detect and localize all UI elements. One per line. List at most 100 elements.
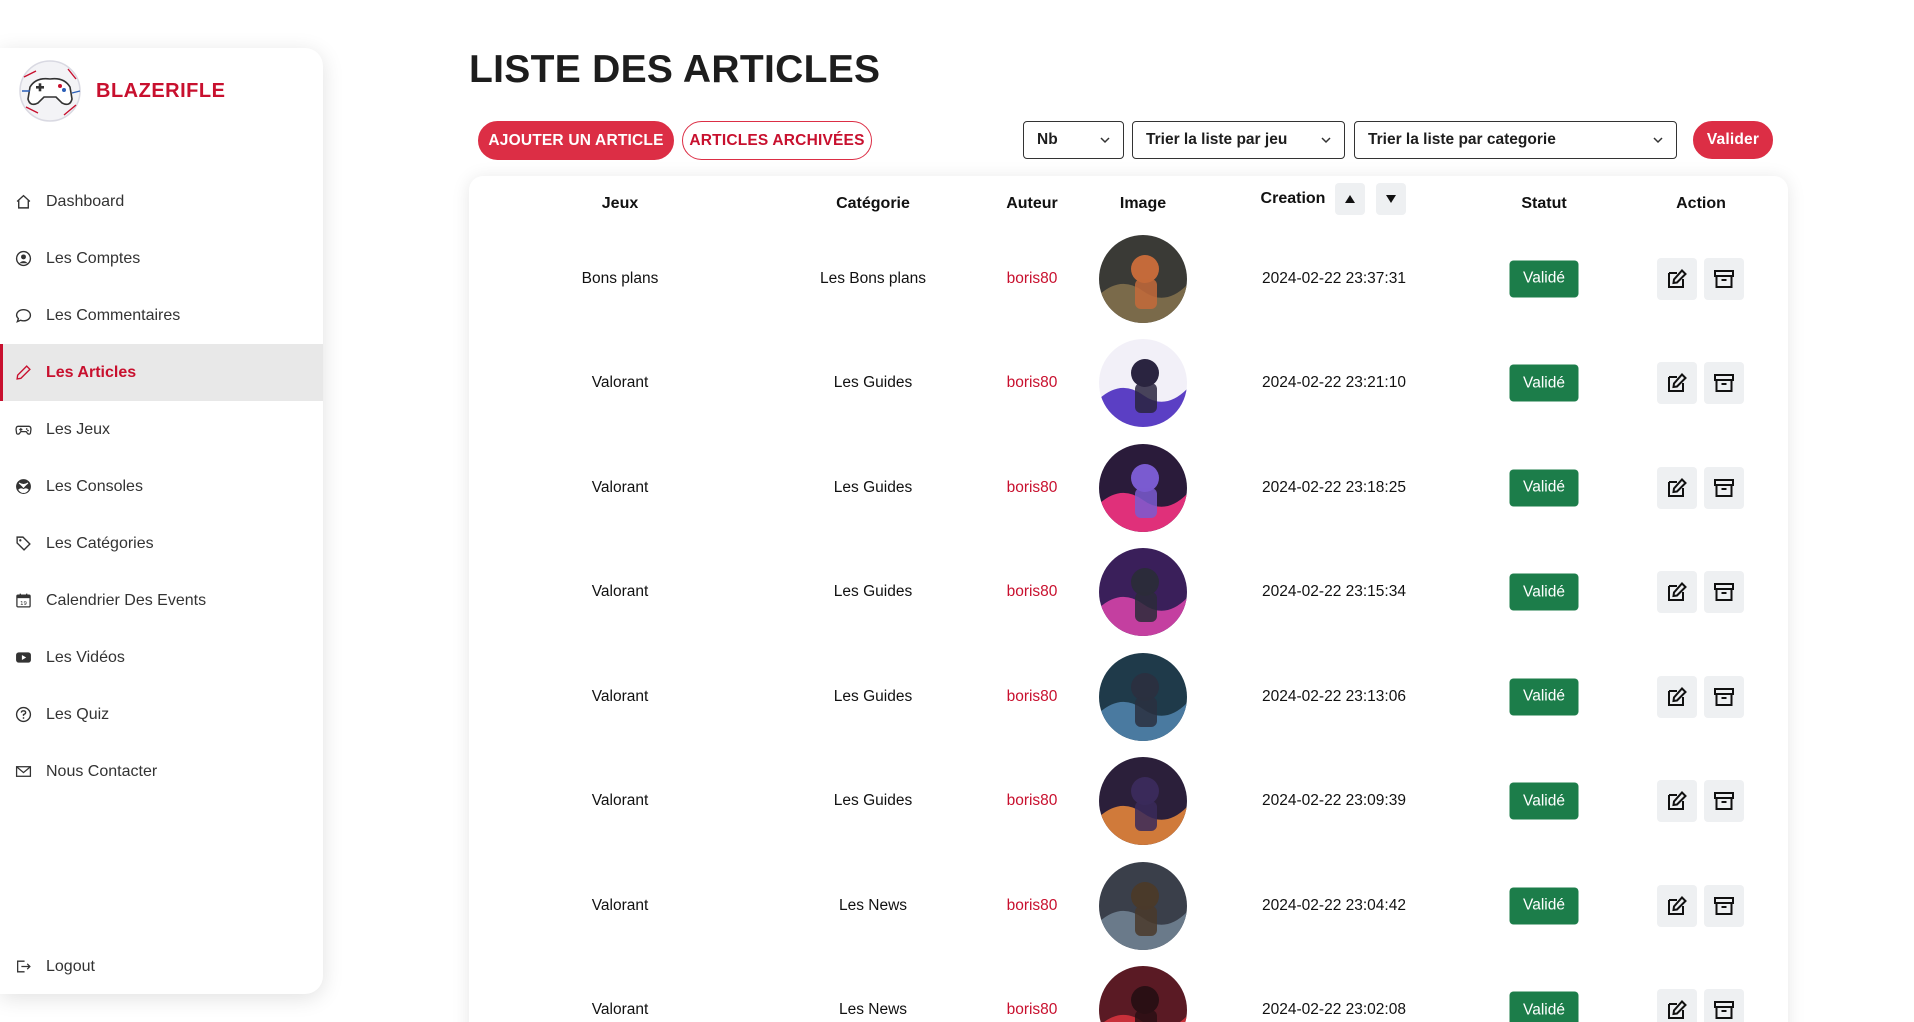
chevron-down-icon — [1100, 137, 1110, 144]
sidebar-item-articles[interactable]: Les Articles — [0, 344, 323, 401]
sidebar-item-contact[interactable]: Nous Contacter — [0, 743, 323, 800]
sidebar: BLAZERIFLE Dashboard Les Comptes Les Com… — [0, 48, 323, 994]
cell-created: 2024-02-22 23:13:06 — [1262, 687, 1406, 705]
sort-desc-button[interactable] — [1376, 183, 1406, 215]
cell-author-link[interactable]: boris80 — [1007, 688, 1058, 706]
envelope-icon — [14, 763, 32, 781]
table-row: Valorant Les Guides boris80 2024-02-22 2… — [469, 540, 1788, 645]
article-thumbnail — [1099, 548, 1187, 636]
article-thumbnail — [1099, 757, 1187, 845]
edit-button[interactable] — [1657, 675, 1697, 718]
category-sort-select[interactable]: Trier la liste par categorie — [1354, 121, 1677, 159]
sidebar-nav: Dashboard Les Comptes Les Commentaires L… — [0, 173, 323, 800]
edit-button[interactable] — [1657, 257, 1697, 300]
cell-category: Les Bons plans — [820, 269, 926, 287]
status-badge: Validé — [1509, 782, 1579, 820]
category-sort-value: Trier la liste par categorie — [1368, 131, 1556, 148]
article-thumbnail — [1099, 234, 1187, 323]
edit-icon — [1668, 895, 1687, 915]
archive-icon — [1714, 1001, 1734, 1019]
add-article-button[interactable]: AJOUTER UN ARTICLE — [478, 121, 674, 160]
archive-icon — [1714, 269, 1734, 288]
cell-author-link[interactable]: boris80 — [1007, 897, 1058, 915]
archive-icon — [1714, 792, 1734, 810]
logout-button[interactable]: Logout — [0, 938, 323, 995]
cell-author-link[interactable]: boris80 — [1007, 583, 1058, 601]
sidebar-item-label: Les Commentaires — [46, 306, 181, 324]
sidebar-item-label: Les Vidéos — [46, 648, 125, 666]
table-row: Valorant Les Guides boris80 2024-02-22 2… — [469, 749, 1788, 854]
nb-select-value: Nb — [1037, 131, 1058, 148]
article-thumbnail — [1099, 861, 1187, 950]
sidebar-item-jeux[interactable]: Les Jeux — [0, 401, 323, 458]
archive-button[interactable] — [1704, 884, 1744, 927]
edit-button[interactable] — [1657, 362, 1697, 404]
archive-button[interactable] — [1704, 780, 1744, 822]
sidebar-item-categories[interactable]: Les Catégories — [0, 515, 323, 572]
nb-select[interactable]: Nb — [1023, 121, 1124, 159]
user-circle-icon — [14, 250, 32, 268]
article-thumbnail — [1099, 443, 1187, 532]
sidebar-item-dashboard[interactable]: Dashboard — [0, 173, 323, 230]
status-badge: Validé — [1509, 469, 1579, 506]
cell-game: Valorant — [591, 478, 649, 496]
cell-category: Les News — [838, 1001, 908, 1018]
sidebar-item-label: Calendrier Des Events — [46, 591, 207, 609]
sort-asc-button[interactable] — [1335, 183, 1365, 215]
archive-icon — [1714, 478, 1734, 497]
sidebar-item-videos[interactable]: Les Vidéos — [0, 629, 323, 686]
cell-category: Les Guides — [833, 792, 913, 809]
cell-created: 2024-02-22 23:09:39 — [1262, 792, 1406, 809]
column-header-image: Image — [1119, 195, 1167, 212]
archive-button[interactable] — [1704, 989, 1744, 1022]
edit-button[interactable] — [1657, 989, 1697, 1022]
edit-button[interactable] — [1657, 884, 1697, 927]
chevron-down-icon — [1653, 137, 1663, 144]
archive-button[interactable] — [1704, 466, 1744, 509]
chevron-down-icon — [1321, 137, 1331, 144]
edit-icon — [1668, 268, 1687, 288]
cell-author-link[interactable]: boris80 — [1007, 374, 1058, 392]
brand[interactable]: BLAZERIFLE — [16, 56, 225, 126]
sidebar-item-calendrier[interactable]: 19 Calendrier Des Events — [0, 572, 323, 629]
cell-author-link[interactable]: boris80 — [1007, 1001, 1058, 1019]
gamepad-icon — [14, 421, 32, 439]
archive-button[interactable] — [1704, 257, 1744, 300]
cell-author-link[interactable]: boris80 — [1007, 270, 1058, 288]
sidebar-item-consoles[interactable]: Les Consoles — [0, 458, 323, 515]
archive-button[interactable] — [1704, 675, 1744, 718]
logout-label: Logout — [46, 957, 95, 975]
cell-game: Valorant — [591, 1001, 649, 1018]
edit-icon — [1668, 477, 1687, 497]
cell-game: Valorant — [591, 374, 649, 391]
cell-author-link[interactable]: boris80 — [1007, 479, 1058, 497]
edit-button[interactable] — [1657, 780, 1697, 822]
archive-button[interactable] — [1704, 362, 1744, 404]
edit-button[interactable] — [1657, 571, 1697, 613]
sidebar-item-label: Les Quiz — [46, 705, 110, 723]
column-header-created: Creation — [1260, 190, 1326, 207]
column-header-action: Action — [1676, 195, 1726, 212]
validate-button[interactable]: Valider — [1693, 121, 1773, 159]
table-row: Valorant Les Guides boris80 2024-02-22 2… — [469, 435, 1788, 540]
sidebar-item-label: Les Jeux — [46, 420, 111, 438]
sidebar-item-comptes[interactable]: Les Comptes — [0, 230, 323, 287]
cell-game: Valorant — [591, 687, 649, 705]
sidebar-item-commentaires[interactable]: Les Commentaires — [0, 287, 323, 344]
sidebar-item-quiz[interactable]: Les Quiz — [0, 686, 323, 743]
archive-icon — [1714, 687, 1734, 706]
youtube-icon — [14, 649, 32, 667]
cell-created: 2024-02-22 23:15:34 — [1262, 583, 1406, 600]
xbox-icon — [14, 478, 32, 496]
archive-button[interactable] — [1704, 571, 1744, 613]
column-header-game: Jeux — [601, 195, 639, 212]
table-row: Valorant Les Guides boris80 2024-02-22 2… — [469, 331, 1788, 436]
edit-button[interactable] — [1657, 466, 1697, 509]
caret-up-icon — [1345, 195, 1355, 203]
article-thumbnail — [1099, 339, 1187, 427]
edit-icon — [1668, 582, 1687, 601]
archived-articles-button[interactable]: ARTICLES ARCHIVÉES — [682, 121, 872, 160]
game-sort-select[interactable]: Trier la liste par jeu — [1132, 121, 1345, 159]
svg-text:19: 19 — [20, 601, 27, 607]
cell-author-link[interactable]: boris80 — [1007, 792, 1058, 810]
